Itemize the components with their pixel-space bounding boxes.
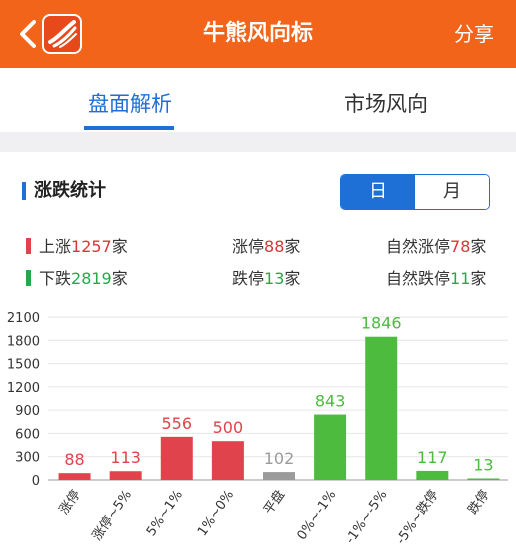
stat-down: 下跌2819家	[26, 268, 128, 290]
stat-natural-limit-up-unit: 家	[470, 237, 487, 256]
tab-market-trend[interactable]: 市场风向	[326, 68, 446, 132]
bar-value-label: 556	[162, 414, 193, 433]
distribution-bar-chart: 0 300 600 900 1200 1500 1800 2100 88 涨停 113 涨停~5% 55…	[7, 311, 508, 547]
green-marker	[26, 270, 31, 286]
y-tick-label: 300	[15, 451, 40, 466]
stat-limit-up-value: 88	[264, 237, 285, 256]
stat-down-value: 2819	[71, 269, 112, 288]
bar	[58, 473, 91, 480]
y-tick-label: 1200	[7, 381, 40, 396]
bar-value-label: 117	[417, 448, 448, 467]
x-tick-label: -5%~跌停	[393, 487, 442, 547]
stat-up: 上涨1257家	[26, 236, 128, 258]
x-tick-label: 涨停	[56, 487, 84, 517]
bar	[263, 472, 295, 480]
share-button[interactable]: 分享	[454, 0, 494, 68]
x-tick-label: -1%~-5%	[343, 488, 391, 547]
y-tick-label: 900	[15, 404, 40, 419]
app-logo-icon	[42, 14, 82, 54]
tab-market-analysis[interactable]: 盘面解析	[70, 68, 190, 132]
bar	[109, 471, 142, 480]
y-tick-label: 0	[32, 474, 40, 489]
x-tick-label: 涨停~5%	[89, 487, 135, 543]
stat-natural-limit-down-unit: 家	[470, 269, 487, 288]
stat-natural-limit-up-label: 自然涨停	[386, 237, 451, 256]
stat-natural-limit-up-value: 78	[450, 237, 471, 256]
bar-value-label: 13	[473, 456, 493, 475]
x-tick-label: 1%~0%	[195, 488, 237, 539]
app-header: 牛熊风向标 分享	[0, 0, 516, 68]
stat-down-unit: 家	[111, 269, 128, 288]
bar-value-label: 113	[110, 448, 141, 467]
red-marker	[26, 238, 31, 254]
x-tick-label: 5%~1%	[144, 488, 186, 539]
active-tab-indicator	[84, 126, 174, 130]
bar-value-label: 843	[315, 392, 346, 411]
stat-up-value: 1257	[71, 237, 112, 256]
stat-natural-limit-down: 自然跌停11家	[386, 268, 486, 290]
y-tick-label: 1800	[7, 334, 40, 349]
toggle-day-button[interactable]: 日	[341, 175, 415, 209]
stat-limit-up-label: 涨停	[232, 237, 265, 256]
x-tick-label: 跌停	[465, 487, 493, 517]
x-tick-label: 平盘	[260, 487, 288, 517]
section-divider	[0, 132, 516, 152]
bar	[467, 478, 500, 480]
x-tick-label: 0%~-1%	[294, 488, 339, 543]
stat-limit-up-unit: 家	[284, 237, 301, 256]
bar-value-label: 1846	[361, 314, 402, 333]
y-tick-label: 600	[15, 427, 40, 442]
bar	[365, 336, 398, 480]
period-toggle: 日 月	[340, 174, 490, 210]
stat-limit-down-unit: 家	[284, 269, 301, 288]
bar-value-label: 88	[64, 450, 84, 469]
bar-value-label: 500	[213, 418, 244, 437]
y-tick-label: 2100	[7, 311, 40, 326]
stat-down-label: 下跌	[39, 269, 72, 288]
bar	[416, 470, 449, 480]
tab-bar: 盘面解析 市场风向	[0, 68, 516, 132]
stat-natural-limit-up: 自然涨停78家	[386, 236, 486, 258]
stat-limit-up: 涨停88家	[232, 236, 300, 258]
stat-limit-down: 跌停13家	[232, 268, 300, 290]
bar-value-label: 102	[264, 449, 295, 468]
stat-limit-down-label: 跌停	[232, 269, 265, 288]
stat-limit-down-value: 13	[264, 269, 285, 288]
section-title: 涨跌统计	[22, 176, 106, 206]
back-arrow-icon[interactable]	[14, 18, 42, 50]
bar	[160, 436, 193, 480]
stat-up-unit: 家	[111, 237, 128, 256]
stat-up-label: 上涨	[39, 237, 72, 256]
y-tick-label: 1500	[7, 358, 40, 373]
stat-natural-limit-down-label: 自然跌停	[386, 269, 451, 288]
bar	[211, 441, 244, 480]
stat-natural-limit-down-value: 11	[450, 269, 471, 288]
toggle-month-button[interactable]: 月	[415, 175, 489, 209]
bar	[314, 414, 347, 480]
